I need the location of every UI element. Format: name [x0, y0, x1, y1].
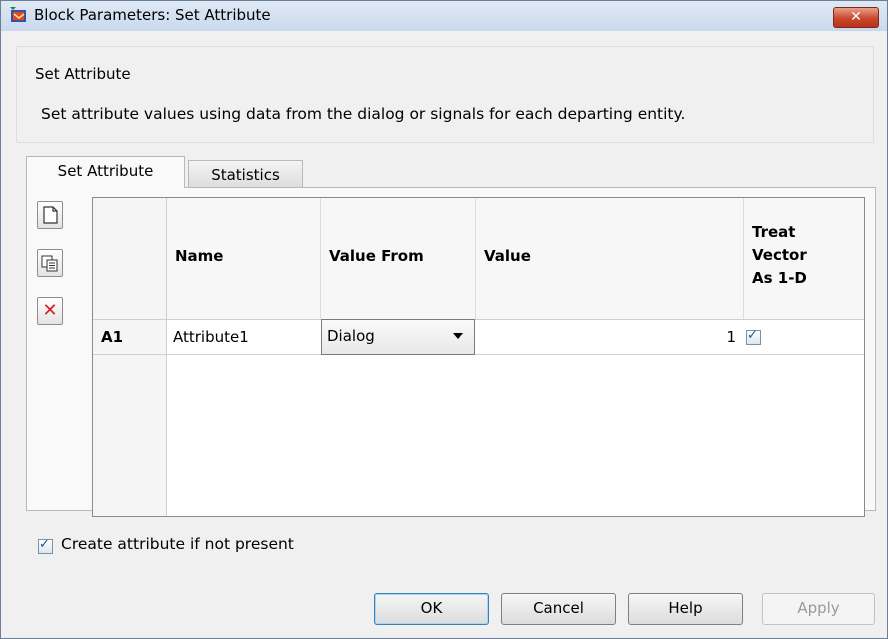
tab-set-attribute[interactable]: Set Attribute — [26, 156, 185, 188]
row-id: A1 — [101, 328, 124, 346]
value-cell[interactable]: 1 — [476, 320, 736, 354]
header-label: Name — [175, 247, 224, 265]
set-attribute-group — [16, 46, 874, 143]
create-attribute-label[interactable]: Create attribute if not present — [61, 535, 294, 553]
copy-row-button[interactable] — [37, 249, 63, 277]
column-header-value-from[interactable]: Value From — [321, 198, 476, 319]
header-label: Value From — [329, 247, 424, 265]
ok-button[interactable]: OK — [374, 593, 489, 625]
help-label: Help — [668, 599, 703, 617]
close-icon: ✕ — [850, 9, 862, 25]
help-button[interactable]: Help — [628, 593, 743, 625]
cancel-label: Cancel — [533, 599, 584, 617]
delete-row-icon: ✕ — [42, 300, 58, 321]
header-label: Treat — [752, 223, 796, 241]
group-description: Set attribute values using data from the… — [41, 105, 686, 123]
tab-statistics[interactable]: Statistics — [188, 160, 303, 188]
apply-label: Apply — [797, 599, 840, 617]
add-row-button[interactable] — [37, 201, 63, 229]
delete-row-button[interactable]: ✕ — [37, 297, 63, 325]
group-legend: Set Attribute — [31, 65, 135, 83]
attribute-table: Name Value From Value Treat Vector As 1-… — [92, 197, 865, 517]
title-bar[interactable]: Block Parameters: Set Attribute ✕ — [1, 1, 887, 31]
row-header-column — [93, 198, 167, 516]
column-header-name[interactable]: Name — [167, 198, 321, 319]
tab-label: Statistics — [211, 166, 280, 184]
apply-button[interactable]: Apply — [762, 593, 875, 625]
header-label: Value — [484, 247, 531, 265]
value-from-selected: Dialog — [327, 327, 375, 345]
value-text: 1 — [726, 328, 736, 346]
value-from-select[interactable]: Dialog — [321, 319, 475, 355]
dropdown-arrow-icon — [453, 333, 463, 339]
tab-label: Set Attribute — [57, 162, 154, 180]
close-button[interactable]: ✕ — [833, 7, 879, 28]
header-label: As 1-D — [752, 269, 807, 287]
cancel-button[interactable]: Cancel — [501, 593, 616, 625]
column-header-value[interactable]: Value — [476, 198, 744, 319]
ok-label: OK — [420, 599, 443, 617]
attribute-name-cell[interactable]: Attribute1 — [173, 320, 249, 354]
app-icon — [10, 7, 26, 22]
create-attribute-checkbox[interactable] — [38, 537, 53, 554]
treat-vector-checkbox[interactable] — [746, 328, 761, 345]
header-label: Vector — [752, 246, 807, 264]
copy-row-icon — [41, 255, 58, 272]
window-title: Block Parameters: Set Attribute — [34, 6, 271, 24]
dialog-window: Block Parameters: Set Attribute ✕ Set At… — [0, 0, 888, 639]
table-row[interactable]: A1 Attribute1 Dialog 1 — [93, 319, 864, 355]
column-header-treat-vector[interactable]: Treat Vector As 1-D — [744, 198, 864, 319]
new-row-icon — [43, 206, 58, 224]
